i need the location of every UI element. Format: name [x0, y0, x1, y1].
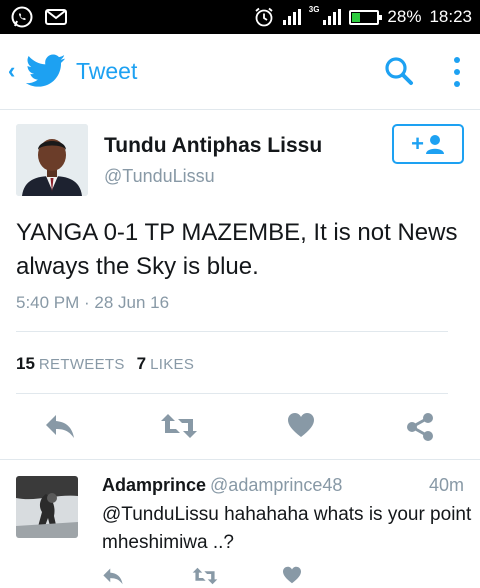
retweet-icon: [192, 567, 218, 585]
share-button[interactable]: [405, 412, 435, 447]
person-icon: [425, 135, 444, 154]
retweets-count: 15: [16, 354, 35, 373]
tweet-timestamp: 5:40 PM · 28 Jun 16: [16, 293, 170, 312]
like-button[interactable]: [287, 412, 315, 443]
follow-plus: +: [411, 131, 424, 156]
app-title: Tweet: [76, 58, 138, 84]
alarm-icon: [255, 7, 273, 27]
author-name[interactable]: Tundu Antiphas Lissu: [104, 134, 322, 158]
likes-stat[interactable]: 7 LIKES: [137, 354, 195, 374]
app-bar: ‹ Tweet: [0, 34, 480, 110]
reply-button[interactable]: [44, 412, 76, 445]
tweet-actions: [0, 412, 480, 442]
tweet-stats: 15 RETWEETS 7 LIKES: [16, 354, 194, 374]
whatsapp-icon: [11, 6, 33, 28]
reply-header: Adamprince @adamprince48 40m: [102, 475, 464, 496]
reply-time: 40m: [428, 475, 464, 495]
author-avatar[interactable]: [16, 124, 88, 196]
divider: [0, 459, 480, 460]
retweet-button[interactable]: [160, 412, 198, 445]
reply-author-handle[interactable]: @adamprince48: [210, 475, 342, 495]
reply-text: @TunduLissu hahahaha whats is your point…: [102, 504, 472, 553]
avatar-image: [16, 124, 88, 196]
retweets-stat[interactable]: 15 RETWEETS: [16, 354, 125, 374]
reply-actions: [0, 566, 480, 588]
likes-label: LIKES: [150, 356, 195, 373]
battery-icon: [349, 9, 383, 25]
likes-count: 7: [136, 354, 147, 373]
network-type: 3G: [308, 4, 320, 14]
tweet-text: YANGA 0-1 TP MAZEMBE, It is not News alw…: [16, 219, 458, 280]
author-handle[interactable]: @TunduLissu: [104, 166, 215, 187]
retweet-icon: [161, 414, 197, 438]
follow-button[interactable]: +: [392, 124, 464, 164]
reply-avatar[interactable]: [16, 476, 78, 538]
reply-like-button[interactable]: [282, 566, 302, 588]
reply-icon: [46, 415, 74, 438]
signal-icon-2: [323, 9, 342, 25]
signal-icon: [282, 9, 301, 25]
reply-retweet-button[interactable]: [192, 566, 218, 588]
system-status: 3G 28% 18:23: [253, 0, 472, 34]
retweets-label: RETWEETS: [38, 356, 125, 373]
clock: 18:23: [429, 7, 472, 26]
reply-avatar-image: [16, 476, 78, 538]
more-vert-icon[interactable]: [450, 54, 462, 90]
share-icon: [407, 413, 433, 441]
reply-reply-button[interactable]: [102, 566, 124, 588]
like-icon: [288, 413, 314, 437]
divider: [16, 393, 448, 394]
battery-fill: [352, 12, 360, 22]
mail-icon: [45, 9, 67, 25]
status-bar: 3G 28% 18:23: [0, 0, 480, 34]
notification-icons: [10, 5, 68, 29]
reply-icon: [103, 568, 123, 585]
twitter-bird-icon[interactable]: [26, 54, 66, 88]
search-icon[interactable]: [382, 54, 416, 88]
like-icon: [283, 566, 301, 584]
back-chevron-icon[interactable]: ‹: [8, 60, 15, 82]
battery-percent: 28%: [387, 7, 422, 26]
divider: [16, 331, 448, 332]
reply-author-name[interactable]: Adamprince: [102, 475, 206, 495]
